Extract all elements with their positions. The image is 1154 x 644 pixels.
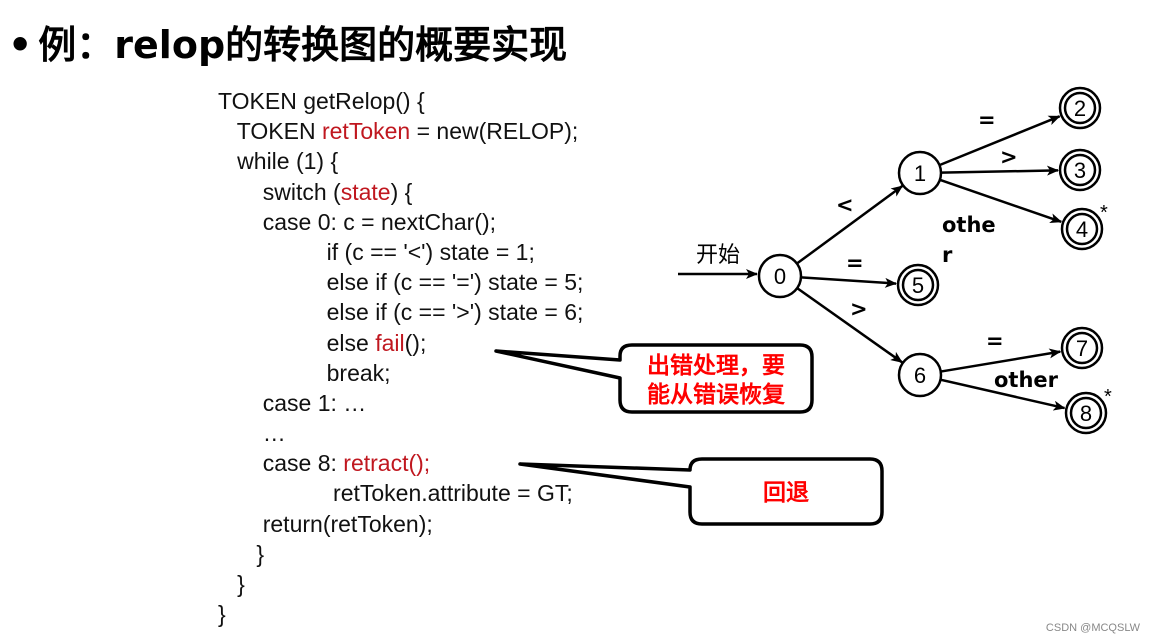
state-2: 2 xyxy=(1058,86,1102,130)
callout-error-line2: 能从错误恢复 xyxy=(647,381,786,408)
state-5: 5 xyxy=(896,263,940,307)
callout-retract: 回退 xyxy=(518,457,884,526)
edge-label-0-1: < xyxy=(836,193,854,217)
state-label: 2 xyxy=(1074,96,1086,121)
edge-label-0-6: > xyxy=(850,297,868,321)
start-label: 开始 xyxy=(696,243,740,268)
watermark: CSDN @MCQSLW xyxy=(1045,622,1140,634)
edge-label-6-7: = xyxy=(986,329,1004,353)
edge-label-1-2: = xyxy=(978,108,996,132)
state-3: 3 xyxy=(1058,148,1102,192)
state-label: 3 xyxy=(1074,158,1086,183)
callout-retract-text: 回退 xyxy=(763,480,809,506)
transition-diagram: 出错处理，要 能从错误恢复 回退 开始 01234*5678* < = > = … xyxy=(494,86,1112,526)
callout-error-handling: 出错处理，要 能从错误恢复 xyxy=(494,343,814,414)
retract-star: * xyxy=(1104,386,1112,408)
callout-retract-bubble xyxy=(518,457,884,526)
edge-0-5 xyxy=(800,276,898,288)
retract-star: * xyxy=(1100,202,1108,224)
state-7: 7 xyxy=(1060,326,1104,370)
state-label: 6 xyxy=(914,363,926,388)
state-label: 0 xyxy=(774,264,786,289)
edge-1-3 xyxy=(940,165,1060,176)
edge-label-0-5: = xyxy=(846,251,864,275)
edge-label-1-4-line1: othe xyxy=(942,213,996,237)
state-1: 1 xyxy=(897,150,943,196)
state-label: 4 xyxy=(1076,217,1088,242)
state-6: 6 xyxy=(897,352,943,398)
state-4: 4* xyxy=(1060,202,1108,251)
edge-label-6-8: other xyxy=(994,368,1059,392)
state-label: 8 xyxy=(1080,401,1092,426)
state-8: 8* xyxy=(1064,386,1112,435)
state-label: 1 xyxy=(914,161,926,186)
state-label: 7 xyxy=(1076,336,1088,361)
edge-label-1-3: > xyxy=(1000,145,1018,169)
edge-label-1-4-line2: r xyxy=(942,243,953,267)
state-0: 0 xyxy=(757,253,803,299)
state-label: 5 xyxy=(912,273,924,298)
callout-error-line1: 出错处理，要 xyxy=(647,352,785,379)
